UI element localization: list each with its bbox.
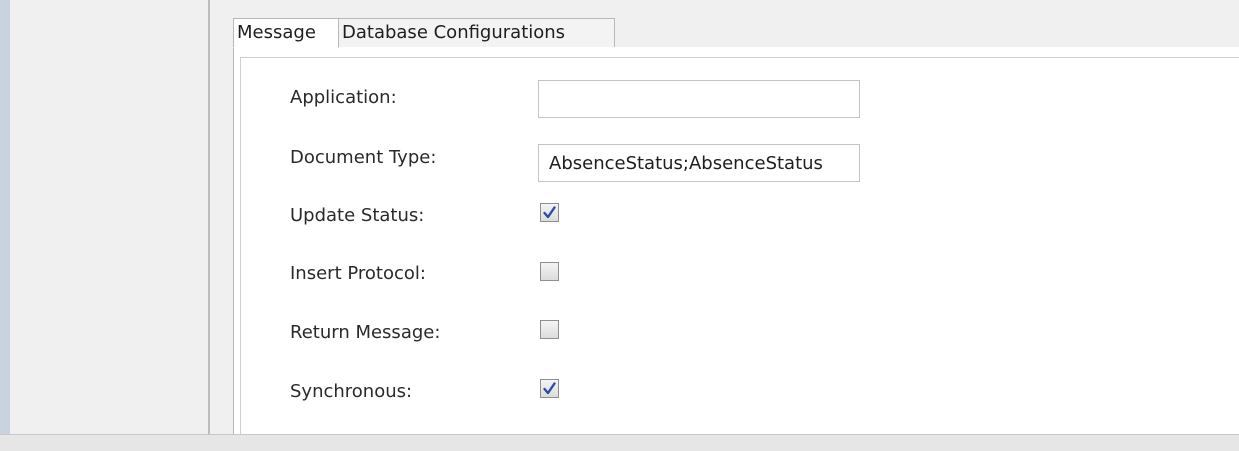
tab-message[interactable]: Message [233,18,339,48]
update-status-label: Update Status: [290,205,425,226]
tab-database-configurations[interactable]: Database Configurations [339,18,615,48]
window-left-border [0,0,10,440]
update-status-checkbox[interactable] [540,203,559,222]
checkmark-icon [543,206,556,219]
synchronous-label: Synchronous: [290,381,413,402]
checkmark-icon [543,382,556,395]
application-input[interactable] [538,80,860,118]
return-message-label: Return Message: [290,322,441,343]
insert-protocol-label: Insert Protocol: [290,263,426,284]
left-panel [10,0,208,434]
document-type-label: Document Type: [290,147,437,168]
return-message-checkbox[interactable] [540,320,559,339]
synchronous-checkbox[interactable] [540,379,559,398]
document-type-input[interactable] [538,144,860,182]
bottom-status-strip [0,434,1239,451]
insert-protocol-checkbox[interactable] [540,262,559,281]
application-label: Application: [290,87,397,108]
